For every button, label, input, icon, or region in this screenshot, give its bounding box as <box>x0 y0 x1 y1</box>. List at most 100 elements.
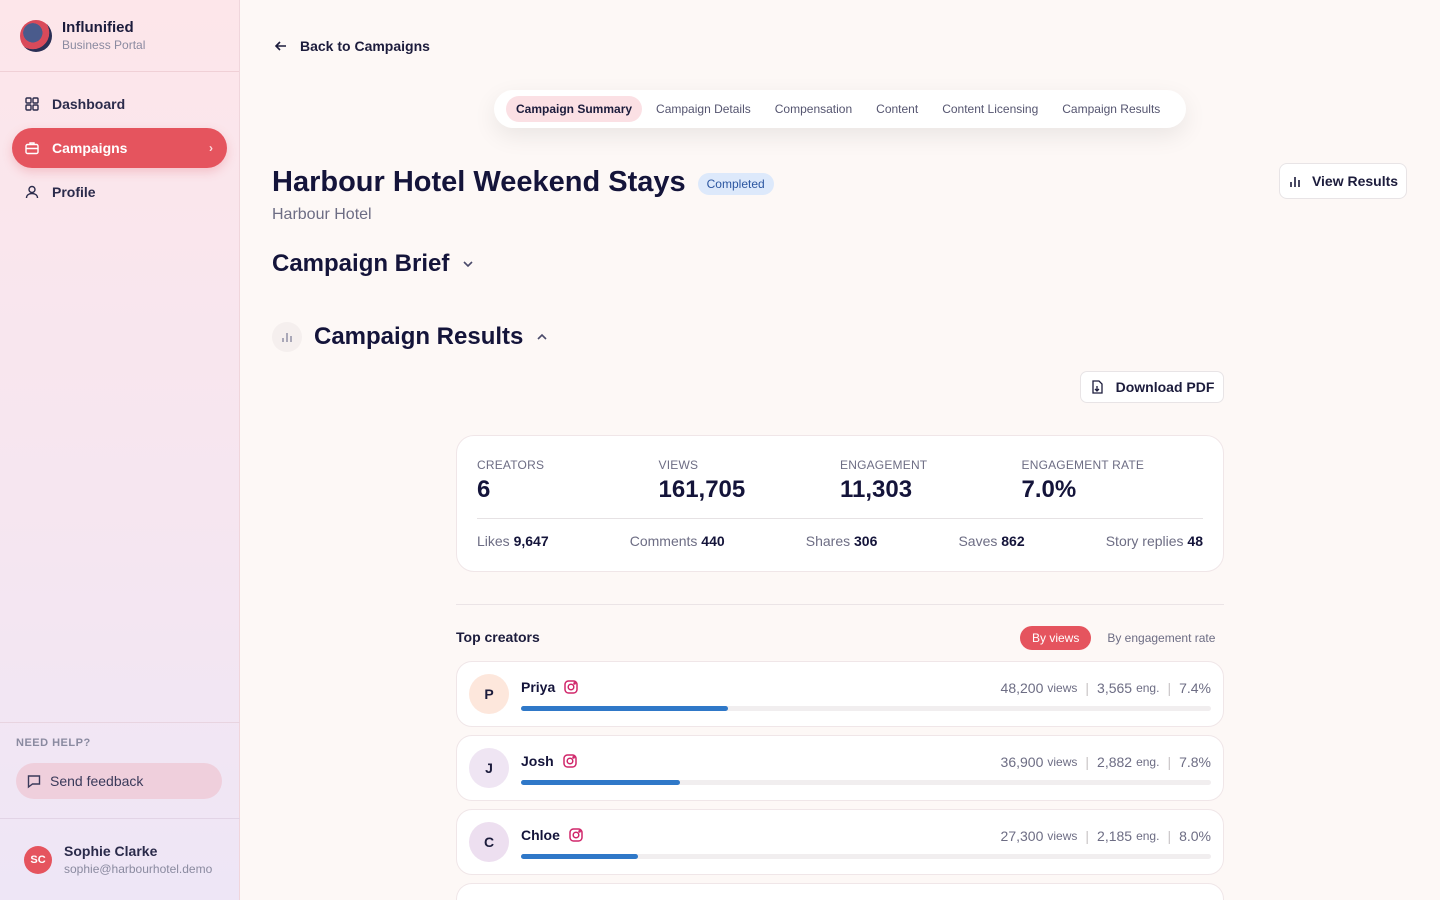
bar-chart-icon <box>282 333 292 342</box>
user-icon <box>25 185 39 199</box>
title-row: Harbour Hotel Weekend Stays Completed <box>272 166 774 199</box>
chevron-down-icon <box>463 261 473 268</box>
substat-shares: Shares 306 <box>805 533 878 549</box>
instagram-icon <box>562 754 577 768</box>
status-badge: Completed <box>697 173 774 195</box>
download-pdf-button[interactable]: Download PDF <box>1080 371 1224 403</box>
tab-content[interactable]: Content <box>866 96 928 122</box>
views-progress-track <box>521 854 1211 859</box>
user-profile[interactable]: SC Sophie Clarke sophie@harbourhotel.dem… <box>0 818 240 900</box>
stat-value: 7.0% <box>1021 476 1077 503</box>
divider <box>477 518 1203 519</box>
list-item[interactable]: P Priya 48,200 views | 3,565 eng. | 7.4% <box>456 661 1224 727</box>
view-results-button[interactable]: View Results <box>1279 163 1407 199</box>
stat-engagement-rate: ENGAGEMENT RATE 7.0% <box>1022 458 1204 504</box>
stat-label: ENGAGEMENT <box>840 458 928 472</box>
substat-story-replies: Story replies 48 <box>1105 533 1203 549</box>
sort-toggle: By views By engagement rate <box>1020 626 1227 650</box>
views-progress-bar <box>521 854 639 859</box>
avatar: C <box>469 822 509 862</box>
view-results-label: View Results <box>1311 173 1399 189</box>
instagram-icon <box>564 680 578 694</box>
send-feedback-label: Send feedback <box>50 773 144 789</box>
brand-subtitle-text: Harbour Hotel <box>272 206 372 223</box>
file-download-icon <box>1091 380 1103 394</box>
list-item[interactable] <box>456 883 1224 900</box>
brand-subtitle: Business Portal <box>62 38 146 52</box>
stat-value: 161,705 <box>658 476 746 503</box>
campaign-tabs: Campaign Summary Campaign Details Compen… <box>494 90 1186 128</box>
stats-card: CREATORS 6 VIEWS 161,705 ENGAGEMENT 11,3… <box>456 435 1224 572</box>
stat-label: CREATORS <box>477 458 545 472</box>
download-pdf-label: Download PDF <box>1115 379 1215 395</box>
arrow-left-icon <box>274 41 286 51</box>
tab-content-licensing[interactable]: Content Licensing <box>932 96 1048 122</box>
results-icon-wrap <box>272 322 302 352</box>
substat-comments: Comments 440 <box>629 533 725 549</box>
sidebar-item-label: Dashboard <box>52 96 126 112</box>
chat-icon <box>27 775 41 789</box>
stat-label: ENGAGEMENT RATE <box>1021 458 1145 472</box>
grid-icon <box>25 97 39 111</box>
campaign-results-toggle[interactable]: Campaign Results <box>272 322 549 352</box>
tab-compensation[interactable]: Compensation <box>765 96 862 122</box>
creator-name: Priya <box>521 679 579 695</box>
stat-value: 11,303 <box>840 476 913 503</box>
creator-metrics: 27,300 views | 2,185 eng. | 8.0% <box>1000 828 1211 844</box>
brand: Influnified Business Portal <box>0 0 239 72</box>
views-progress-bar <box>521 780 680 785</box>
instagram-icon <box>569 828 583 842</box>
stat-creators: CREATORS 6 <box>477 458 659 504</box>
sort-by-engagement-rate-button[interactable]: By engagement rate <box>1095 626 1227 650</box>
briefcase-icon <box>25 142 39 155</box>
creator-name: Josh <box>521 753 578 769</box>
main-content: Back to Campaigns Campaign Summary Campa… <box>240 0 1440 900</box>
brand-name: Influnified <box>62 19 134 36</box>
campaign-results-heading: Campaign Results <box>314 323 524 350</box>
sidebar: Influnified Business Portal Dashboard Ca… <box>0 0 240 900</box>
sort-by-views-button[interactable]: By views <box>1020 626 1092 650</box>
list-item[interactable]: C Chloe 27,300 views | 2,185 eng. | 8.0% <box>456 809 1224 875</box>
user-name: Sophie Clarke <box>64 843 158 859</box>
back-label: Back to Campaigns <box>300 38 430 54</box>
sidebar-item-label: Campaigns <box>52 140 128 156</box>
views-progress-bar <box>521 706 728 711</box>
stat-label: VIEWS <box>658 458 699 472</box>
sidebar-item-campaigns[interactable]: Campaigns › <box>12 128 227 168</box>
back-to-campaigns-link[interactable]: Back to Campaigns <box>274 38 430 54</box>
tab-campaign-details[interactable]: Campaign Details <box>646 96 761 122</box>
stat-views: VIEWS 161,705 <box>659 458 841 504</box>
creator-metrics: 36,900 views | 2,882 eng. | 7.8% <box>1000 754 1211 770</box>
bar-chart-icon <box>1290 177 1300 187</box>
page-title: Harbour Hotel Weekend Stays <box>272 166 686 198</box>
tab-campaign-summary[interactable]: Campaign Summary <box>506 96 643 122</box>
divider <box>456 604 1224 605</box>
stat-engagement: ENGAGEMENT 11,303 <box>840 458 1022 504</box>
creator-name: Chloe <box>521 827 584 843</box>
campaign-brief-toggle[interactable]: Campaign Brief <box>272 250 475 278</box>
sidebar-item-label: Profile <box>52 184 96 200</box>
avatar: P <box>469 674 509 714</box>
substat-likes: Likes 9,647 <box>477 533 549 549</box>
sidebar-item-dashboard[interactable]: Dashboard <box>12 84 227 124</box>
tab-campaign-results[interactable]: Campaign Results <box>1052 96 1170 122</box>
help-section: NEED HELP? Send feedback <box>0 722 240 818</box>
avatar: SC <box>24 845 52 874</box>
avatar: J <box>469 748 509 788</box>
creator-metrics: 48,200 views | 3,565 eng. | 7.4% <box>1000 680 1211 696</box>
sidebar-nav: Dashboard Campaigns › Profile <box>0 72 239 212</box>
stat-value: 6 <box>477 476 491 503</box>
views-progress-track <box>521 706 1211 711</box>
chevron-right-icon: › <box>209 141 213 155</box>
chevron-up-icon <box>537 333 547 340</box>
list-item[interactable]: J Josh 36,900 views | 2,882 eng. | 7.8% <box>456 735 1224 801</box>
send-feedback-button[interactable]: Send feedback <box>16 763 222 799</box>
top-creators-heading: Top creators <box>456 629 540 645</box>
campaign-brief-heading: Campaign Brief <box>272 250 450 277</box>
sidebar-item-profile[interactable]: Profile <box>12 172 227 212</box>
substat-saves: Saves 862 <box>958 533 1025 549</box>
user-email: sophie@harbourhotel.demo <box>64 862 213 876</box>
help-label: NEED HELP? <box>16 737 91 749</box>
views-progress-track <box>521 780 1211 785</box>
brand-logo-icon <box>20 19 52 52</box>
